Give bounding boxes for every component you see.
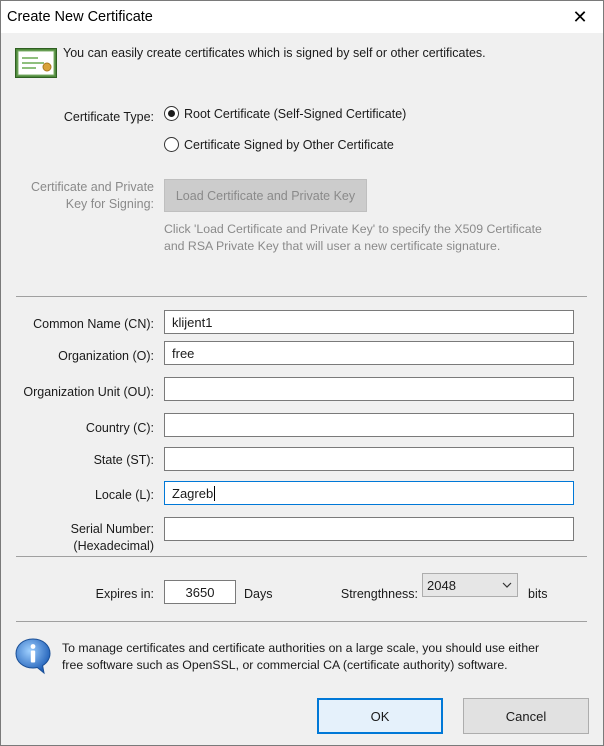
org-unit-label: Organization Unit (OU): [23, 385, 154, 399]
expires-field[interactable]: 3650 [164, 580, 236, 604]
radio-unchecked-icon [164, 137, 179, 152]
close-icon: ✕ [572, 6, 588, 27]
strength-label: Strengthness: [340, 587, 418, 601]
serial-label-line1: Serial Number: [70, 522, 154, 536]
organization-field[interactable]: free [164, 341, 574, 365]
footer-text-line1: To manage certificates and certificate a… [62, 641, 540, 655]
org-unit-field[interactable] [164, 377, 574, 401]
info-icon [15, 638, 51, 675]
locale-value: Zagreb [172, 485, 214, 501]
strength-unit: bits [528, 587, 548, 601]
text-caret [214, 485, 216, 501]
divider-middle [16, 556, 587, 557]
expires-unit: Days [244, 587, 273, 601]
strength-selected: 2048 [427, 577, 456, 593]
common-name-label: Common Name (CN): [33, 317, 154, 331]
signing-hint: Click 'Load Certificate and Private Key'… [164, 221, 594, 255]
serial-number-field[interactable] [164, 517, 574, 541]
radio-signed-label: Certificate Signed by Other Certificate [184, 137, 394, 152]
signing-label-line1: Certificate and Private [31, 180, 154, 194]
expires-value: 3650 [185, 584, 215, 600]
signing-hint-line1: Click 'Load Certificate and Private Key'… [164, 222, 542, 236]
load-certificate-button[interactable]: Load Certificate and Private Key [164, 179, 367, 212]
organization-value: free [172, 345, 195, 361]
window-title: Create New Certificate [7, 9, 153, 25]
radio-root-certificate[interactable]: Root Certificate (Self-Signed Certificat… [164, 106, 406, 121]
organization-label: Organization (O): [58, 349, 154, 363]
certificate-type-label: Certificate Type: [63, 110, 154, 124]
footer-text-line2: free software such as OpenSSL, or commer… [62, 658, 508, 672]
common-name-value: klijent1 [172, 314, 213, 330]
radio-checked-icon [164, 106, 179, 121]
divider-bottom [16, 621, 587, 622]
certificate-icon [15, 48, 57, 78]
divider-top [16, 296, 587, 297]
ok-button[interactable]: OK [317, 698, 443, 734]
state-field[interactable] [164, 447, 574, 471]
expires-label: Expires in: [95, 587, 154, 601]
signing-hint-line2: and RSA Private Key that will user a new… [164, 239, 501, 253]
chevron-down-icon [502, 582, 512, 588]
title-bar: Create New Certificate ✕ [1, 1, 603, 33]
footer-info-text: To manage certificates and certificate a… [62, 640, 592, 674]
dialog-content: You can easily create certificates which… [1, 33, 603, 745]
country-label: Country (C): [85, 421, 154, 435]
close-button[interactable]: ✕ [557, 1, 603, 33]
common-name-field[interactable]: klijent1 [164, 310, 574, 334]
radio-signed-by-other[interactable]: Certificate Signed by Other Certificate [164, 137, 394, 152]
state-label: State (ST): [93, 453, 154, 467]
country-field[interactable] [164, 413, 574, 437]
signing-label: Certificate and Private Key for Signing: [11, 179, 154, 213]
locale-label: Locale (L): [94, 488, 154, 502]
locale-field[interactable]: Zagreb [164, 481, 574, 505]
dialog-window: Create New Certificate ✕ You can easily … [0, 0, 604, 746]
signing-label-line2: Key for Signing: [65, 197, 154, 211]
radio-root-label: Root Certificate (Self-Signed Certificat… [184, 106, 407, 121]
serial-label-line2: (Hexadecimal) [73, 539, 154, 553]
strength-select[interactable]: 2048 [422, 573, 518, 597]
intro-text: You can easily create certificates which… [63, 46, 486, 60]
serial-label: Serial Number: (Hexadecimal) [4, 521, 154, 555]
cancel-button[interactable]: Cancel [463, 698, 589, 734]
